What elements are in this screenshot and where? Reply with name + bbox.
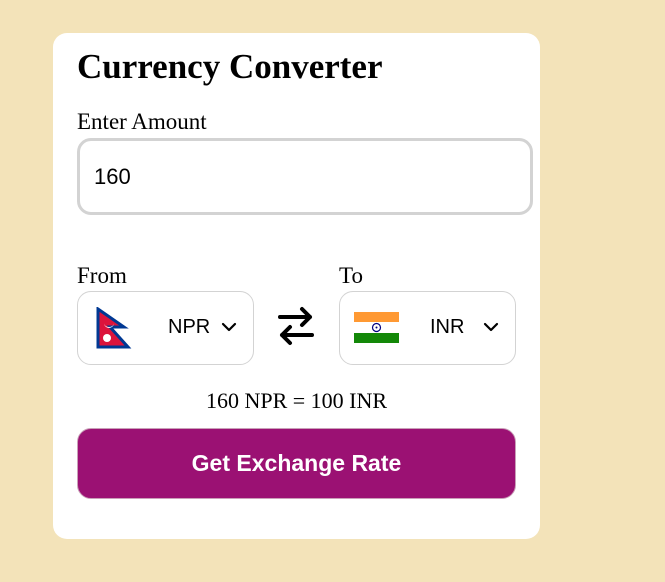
from-label: From <box>77 263 127 288</box>
nepal-flag-icon <box>96 307 132 349</box>
from-currency-code: NPR <box>168 316 211 338</box>
chevron-down-icon <box>483 322 499 332</box>
converter-card: Currency Converter Enter Amount From To … <box>53 33 540 539</box>
conversion-result: 160 NPR = 100 INR <box>205 388 388 413</box>
amount-label: Enter Amount <box>77 109 207 134</box>
to-currency-select[interactable]: INR <box>339 291 516 365</box>
page-title: Currency Converter <box>77 47 383 86</box>
india-flag-icon <box>354 312 399 343</box>
from-currency-select[interactable]: NPR <box>77 291 254 365</box>
chevron-down-icon <box>221 322 237 332</box>
to-currency-code: INR <box>430 316 465 338</box>
swap-arrows-icon[interactable] <box>276 304 316 348</box>
get-exchange-rate-button[interactable]: Get Exchange Rate <box>77 428 516 499</box>
to-label: To <box>339 263 363 288</box>
amount-input[interactable] <box>77 138 533 215</box>
